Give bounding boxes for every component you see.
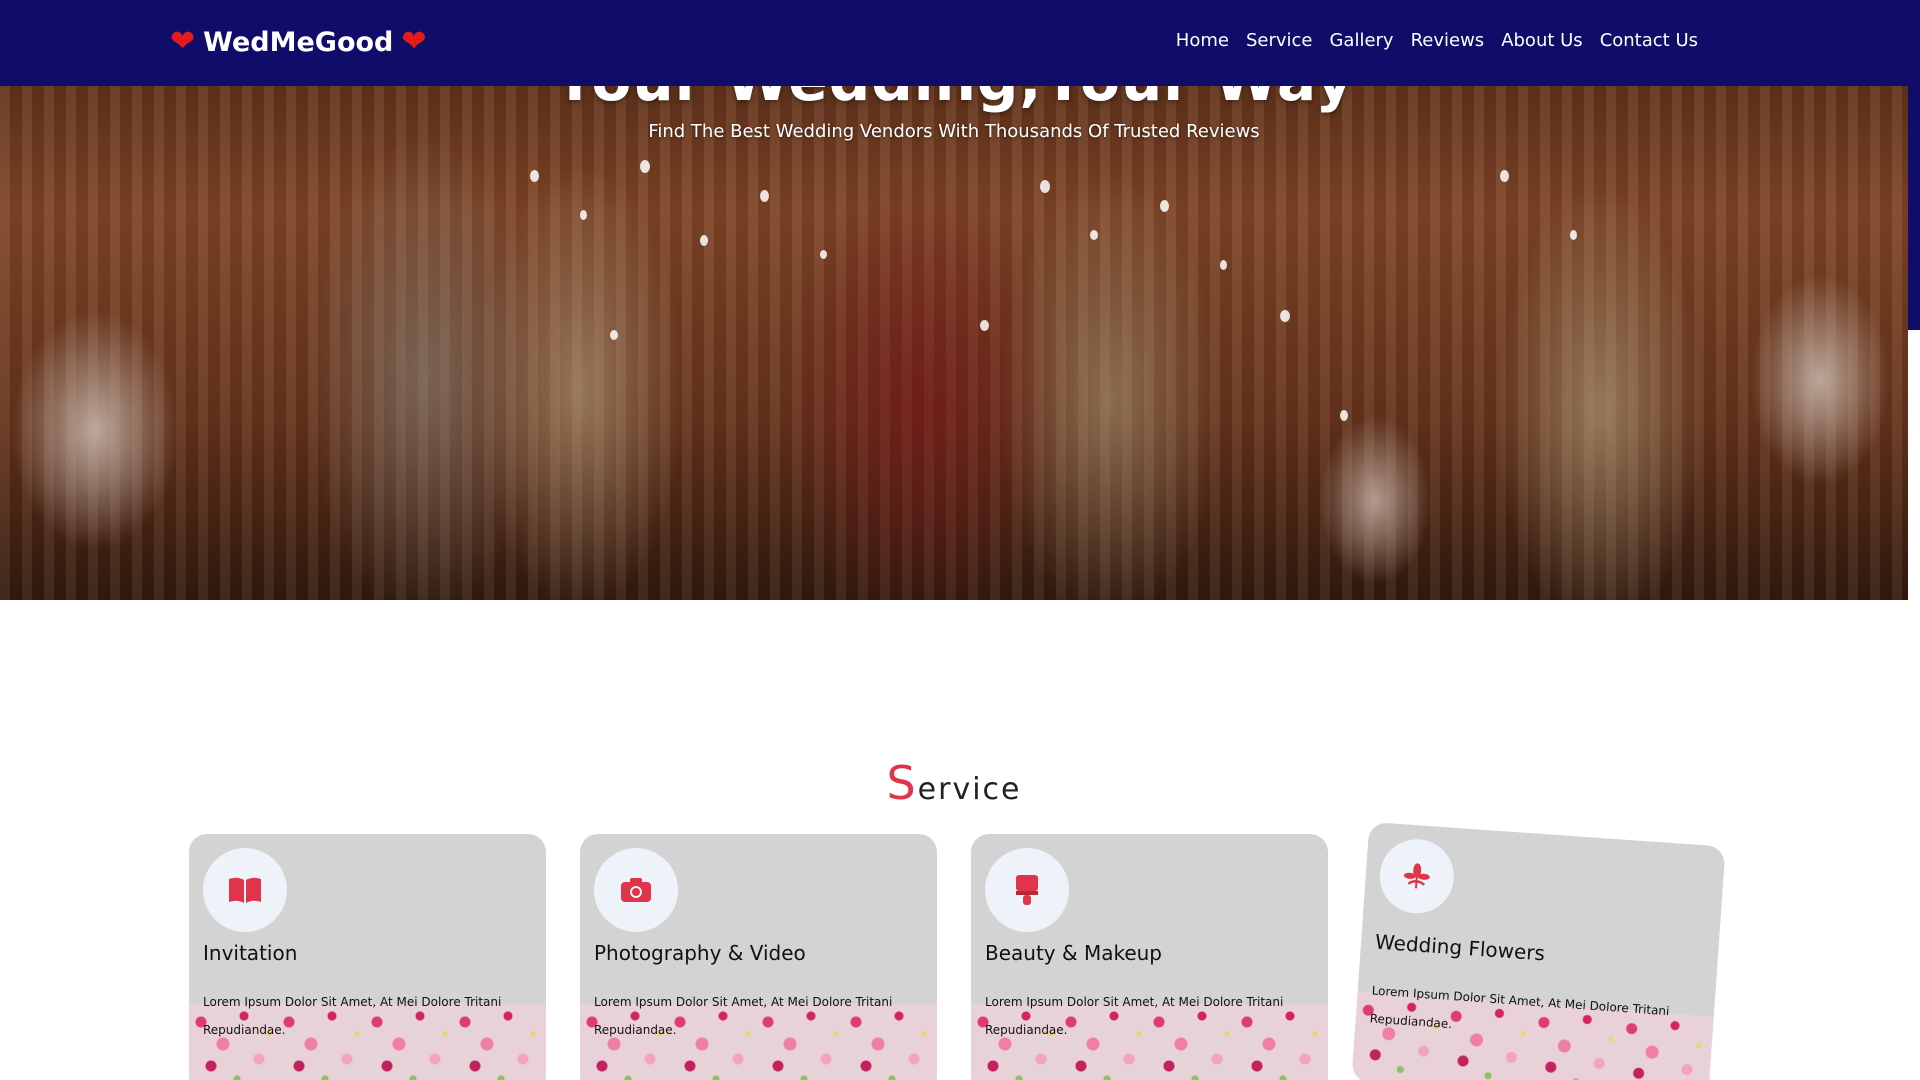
service-card-title: Invitation: [203, 941, 298, 965]
top-navbar: ❤ WedMeGood ❤ Home Service Gallery Revie…: [0, 0, 1908, 86]
heart-icon: ❤: [170, 24, 196, 59]
nav-link-gallery[interactable]: Gallery: [1329, 30, 1393, 51]
hero-banner: Your Wedding,Your Way Find The Best Wedd…: [0, 0, 1908, 600]
service-card-text: Lorem Ipsum Dolor Sit Amet, At Mei Dolor…: [203, 995, 502, 1037]
brand-logo[interactable]: ❤ WedMeGood ❤: [170, 24, 427, 60]
service-card-beauty-makeup[interactable]: Beauty & Makeup Lorem Ipsum Dolor Sit Am…: [971, 834, 1328, 1080]
service-card-text: Lorem Ipsum Dolor Sit Amet, At Mei Dolor…: [985, 995, 1284, 1037]
service-card-wedding-flowers[interactable]: Wedding Flowers Lorem Ipsum Dolor Sit Am…: [1351, 821, 1726, 1080]
nav-link-service[interactable]: Service: [1246, 30, 1313, 51]
brand-name: WedMeGood: [203, 26, 394, 58]
service-card-invitation[interactable]: Invitation Lorem Ipsum Dolor Sit Amet, A…: [189, 834, 546, 1080]
camera-icon: [594, 848, 678, 932]
nav-link-home[interactable]: Home: [1176, 30, 1229, 51]
service-card-title: Photography & Video: [594, 941, 806, 965]
page-edge-strip: [1908, 0, 1920, 330]
service-card-photography[interactable]: Photography & Video Lorem Ipsum Dolor Si…: [580, 834, 937, 1080]
service-card-text: Lorem Ipsum Dolor Sit Amet, At Mei Dolor…: [594, 995, 893, 1037]
makeup-brush-icon: [985, 848, 1069, 932]
book-icon: [203, 848, 287, 932]
service-section-title: Service: [886, 756, 1022, 810]
flower-icon: [1377, 836, 1457, 916]
nav-link-contact-us[interactable]: Contact Us: [1600, 30, 1698, 51]
hero-subtitle: Find The Best Wedding Vendors With Thous…: [648, 121, 1260, 142]
heart-icon: ❤: [401, 24, 427, 59]
nav-link-reviews[interactable]: Reviews: [1411, 30, 1485, 51]
service-card-title: Beauty & Makeup: [985, 941, 1163, 965]
service-card-title: Wedding Flowers: [1374, 929, 1546, 966]
main-nav: Home Service Gallery Reviews About Us Co…: [1176, 30, 1698, 51]
nav-link-about-us[interactable]: About Us: [1501, 30, 1583, 51]
